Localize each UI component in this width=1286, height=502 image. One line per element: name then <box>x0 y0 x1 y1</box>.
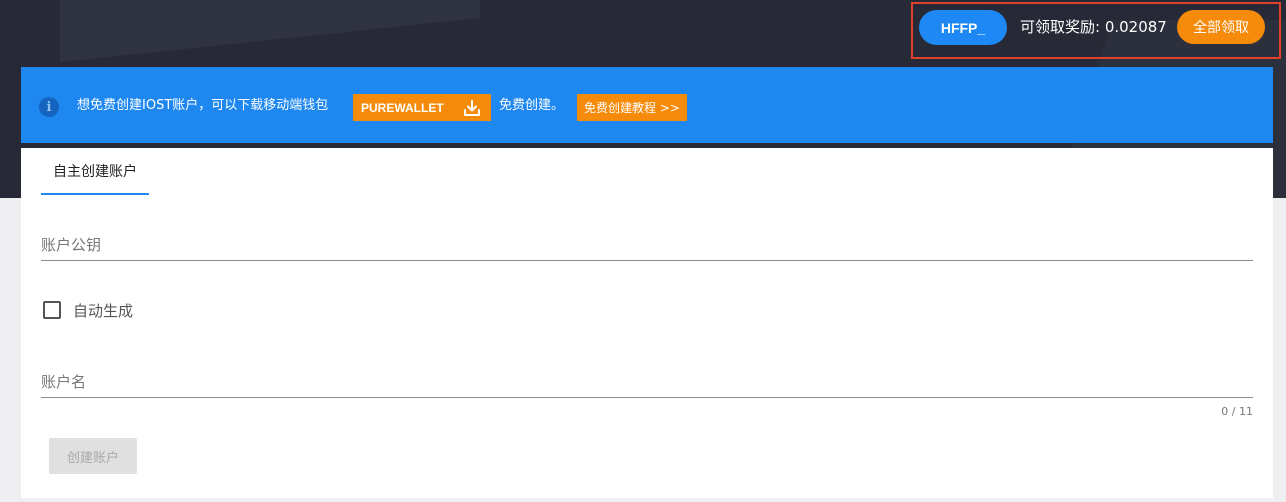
character-counter: 0 / 11 <box>1221 405 1253 418</box>
auto-generate-label: 自动生成 <box>73 301 134 320</box>
header-decoration <box>60 0 480 63</box>
banner-text-after: 免费创建。 <box>499 98 565 113</box>
tutorial-button[interactable]: 免费创建教程 >> <box>577 94 687 121</box>
download-icon <box>464 100 480 116</box>
purewallet-button-label: PUREWALLET <box>361 100 444 115</box>
purewallet-download-button[interactable]: PUREWALLET <box>353 94 491 121</box>
banner-text-before: 想免费创建IOST账户，可以下载移动端钱包 <box>77 98 329 113</box>
create-account-button[interactable]: 创建账户 <box>49 438 137 474</box>
info-icon: i <box>39 97 59 117</box>
tab-self-create-account[interactable]: 自主创建账户 <box>41 148 149 195</box>
account-name-field <box>41 366 1253 398</box>
auto-generate-option[interactable]: 自动生成 <box>43 298 133 322</box>
claim-all-button[interactable]: 全部领取 <box>1177 10 1265 44</box>
user-account-button[interactable]: HFFP_ <box>919 10 1007 45</box>
create-account-card: 自主创建账户 自动生成 0 / 11 创建账户 <box>21 148 1273 498</box>
public-key-field <box>41 229 1253 261</box>
notice-banner: i 想免费创建IOST账户，可以下载移动端钱包 PUREWALLET 免费创建。… <box>21 67 1273 143</box>
auto-generate-checkbox[interactable] <box>43 301 61 319</box>
public-key-input[interactable] <box>41 229 1253 260</box>
claimable-reward-text: 可领取奖励: 0.02087 <box>1020 18 1167 36</box>
account-name-input[interactable] <box>41 366 1253 397</box>
